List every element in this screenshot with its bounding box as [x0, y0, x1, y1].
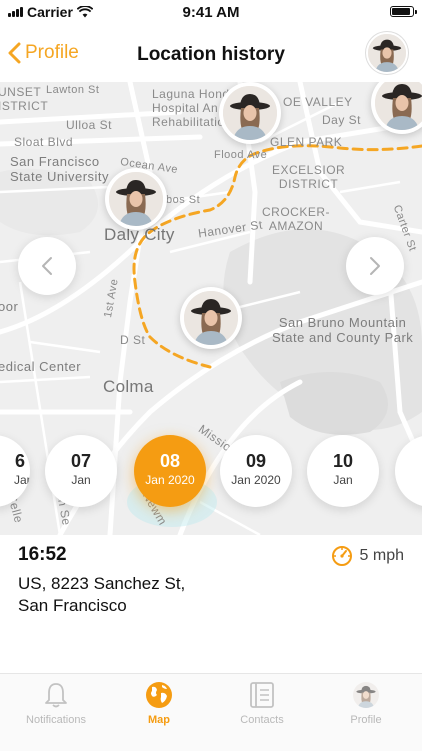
map-label-crocker-amazon: CROCKER- AMAZON — [262, 205, 331, 233]
navigation-bar: Profile Location history — [0, 24, 422, 82]
date-month: Jan 2020 — [145, 473, 195, 487]
date-month: Jan — [333, 473, 353, 487]
map-label-san-bruno: San Bruno Mountain State and County Park — [272, 315, 414, 345]
tab-label: Profile — [350, 714, 382, 726]
date-day: 6 — [14, 451, 25, 471]
date-day: 07 — [70, 451, 92, 471]
avatar[interactable] — [366, 32, 408, 74]
speed-indicator: 5 mph — [331, 545, 404, 567]
date-month: Jan — [71, 473, 91, 487]
date-item-selected[interactable]: 08 Jan 2020 — [134, 435, 206, 507]
location-detail: 16:52 5 mph US, 8223 Sanchez St, San Fra… — [0, 535, 422, 673]
map-label-d-st: D St — [120, 333, 146, 347]
map-label-flood-ave: Flood Ave — [214, 149, 268, 161]
tab-label: Contacts — [240, 714, 284, 726]
date-day: 10 — [332, 451, 354, 471]
date-item[interactable]: 10 Jan — [307, 435, 379, 507]
map-label-ulloa: Ulloa St — [66, 118, 113, 132]
avatar — [353, 682, 379, 708]
tab-label: Notifications — [26, 714, 86, 726]
map-label-glen-park: GLEN PARK — [270, 135, 343, 149]
status-time: 9:41 AM — [182, 4, 240, 21]
speed-value: 5 mph — [359, 547, 404, 564]
address-line-2: San Francisco — [18, 596, 127, 615]
map-label-excelsior: EXCELSIOR DISTRICT — [272, 163, 346, 191]
chevron-left-icon — [42, 257, 52, 275]
speedometer-icon — [331, 546, 352, 566]
map-view[interactable]: UNSET ISTRICT Lawton St Laguna Honda Hos… — [0, 82, 422, 535]
date-day: 08 — [159, 451, 181, 471]
map-label-day-st: Day St — [322, 113, 362, 127]
location-time: 16:52 — [18, 544, 67, 565]
globe-icon — [146, 682, 172, 708]
location-pin[interactable] — [180, 287, 242, 349]
date-item[interactable]: 09 Jan 2020 — [220, 435, 292, 507]
page-title: Location history — [137, 44, 285, 65]
date-day: 09 — [245, 451, 267, 471]
tab-profile[interactable]: Profile — [324, 680, 408, 726]
tab-notifications[interactable]: Notifications — [14, 680, 98, 726]
map-label-bos-st: bos St — [166, 194, 201, 206]
map-label-medical-center: edical Center — [0, 359, 82, 374]
map-label-de-valley: OE VALLEY — [283, 95, 353, 109]
map-label-sunset: UNSET ISTRICT — [0, 85, 49, 113]
previous-button[interactable] — [18, 237, 76, 295]
battery-icon — [390, 6, 417, 17]
tab-label: Map — [148, 714, 170, 726]
tab-contacts[interactable]: Contacts — [220, 680, 304, 726]
contacts-icon — [250, 682, 274, 708]
location-pin[interactable] — [105, 168, 167, 230]
map-label-lawton: Lawton St — [46, 84, 100, 96]
tab-map[interactable]: Map — [117, 680, 201, 726]
date-item[interactable]: 07 Jan — [45, 435, 117, 507]
map-label-sfsu: San Francisco State University — [10, 154, 110, 184]
tab-bar: Notifications Map Contacts Profile — [0, 673, 422, 751]
map-label-sloat: Sloat Blvd — [14, 135, 74, 149]
date-month: Jan 2020 — [231, 473, 281, 487]
map-label-colma: Colma — [103, 377, 154, 396]
map-label-oor: oor — [0, 299, 19, 314]
status-bar: Carrier 9:41 AM — [0, 0, 422, 24]
next-button[interactable] — [346, 237, 404, 295]
location-pin[interactable] — [219, 82, 281, 144]
chevron-right-icon — [370, 257, 380, 275]
date-month: Jan — [14, 473, 30, 487]
address-line-1: US, 8223 Sanchez St, — [18, 574, 186, 593]
location-address: US, 8223 Sanchez St, San Francisco — [18, 573, 185, 617]
bell-icon — [45, 683, 67, 708]
